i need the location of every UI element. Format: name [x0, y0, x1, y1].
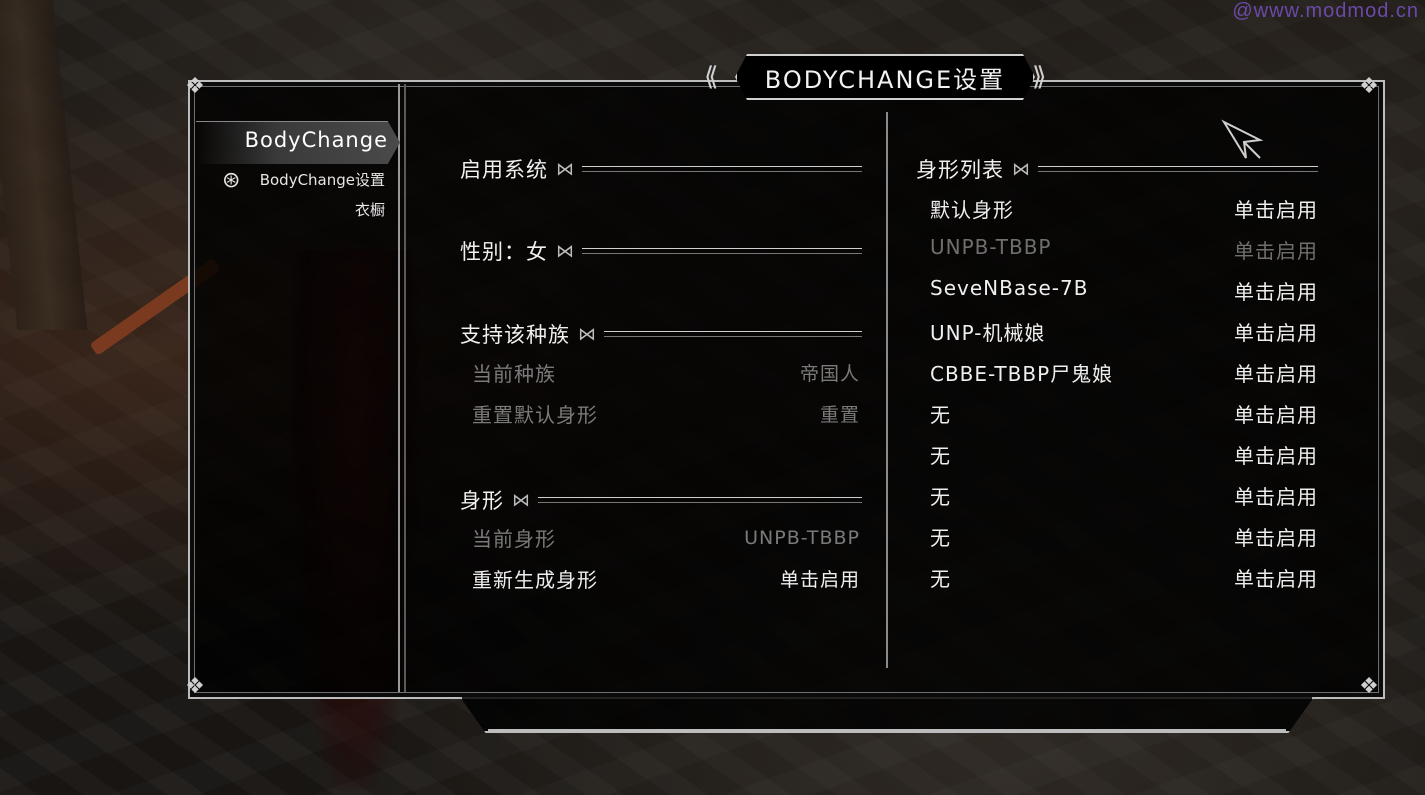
body-name: UNPB-TBBP	[930, 235, 1052, 259]
section-body: 身形 ⋈	[460, 485, 862, 515]
corner-knot-icon: ❖	[185, 74, 205, 99]
corner-knot-icon: ❖	[1359, 74, 1379, 99]
nav-subitem-wardrobe[interactable]: 衣橱	[355, 199, 385, 220]
click-to-enable-button[interactable]: 单击启用	[1234, 563, 1318, 592]
title-knot-right-icon: ⟫	[1032, 62, 1047, 92]
option-label: 当前身形	[472, 527, 556, 551]
click-to-enable-button[interactable]: 单击启用	[1234, 522, 1318, 551]
knot-icon: ⋈	[578, 323, 596, 345]
page-title: BODYCHANGE设置	[764, 65, 1006, 94]
section-enable-system: 启用系统 ⋈	[460, 154, 862, 184]
section-rule	[582, 166, 862, 172]
section-rule	[1038, 166, 1318, 172]
body-list-item[interactable]: 无 单击启用	[930, 563, 1318, 592]
option-current-race: 当前种族 帝国人	[472, 358, 860, 387]
menu-bottom-tab	[460, 697, 1314, 733]
section-heading: 性别：女	[460, 240, 548, 264]
section-heading: 支持该种族	[460, 323, 570, 347]
knot-icon: ⋈	[556, 158, 574, 180]
body-name: 默认身形	[930, 198, 1014, 222]
section-rule	[538, 497, 862, 503]
option-regenerate-body[interactable]: 重新生成身形 单击启用	[472, 564, 860, 593]
knot-icon: ⊛	[222, 168, 241, 193]
body-name: 无	[930, 444, 951, 468]
click-to-enable-button[interactable]: 单击启用	[780, 565, 860, 592]
column-divider	[886, 112, 888, 668]
knot-icon: ⋈	[512, 489, 530, 511]
click-to-enable-button[interactable]: 单击启用	[1234, 317, 1318, 346]
body-list-item[interactable]: 无 单击启用	[930, 481, 1318, 510]
watermark: @www.modmod.cn	[1232, 0, 1419, 22]
title-banner: BODYCHANGE设置	[735, 54, 1035, 100]
body-name: UNP-机械娘	[930, 321, 1046, 345]
option-value: 帝国人	[799, 363, 860, 385]
reset-button: 重置	[819, 404, 860, 426]
body-name: 无	[930, 526, 951, 550]
body-list-item[interactable]: 默认身形 单击启用	[930, 194, 1318, 223]
body-name: SeveNBase-7B	[930, 276, 1089, 300]
body-list-item[interactable]: SeveNBase-7B 单击启用	[930, 276, 1318, 305]
option-label: 当前种族	[472, 362, 556, 386]
section-heading: 身形列表	[916, 158, 1004, 182]
section-heading: 启用系统	[460, 158, 548, 182]
section-rule	[604, 331, 862, 337]
body-list-item: UNPB-TBBP 单击启用	[930, 235, 1318, 264]
option-current-body: 当前身形 UNPB-TBBP	[472, 523, 860, 552]
body-name: 无	[930, 403, 951, 427]
body-list-item[interactable]: CBBE-TBBP尸鬼娘 单击启用	[930, 358, 1318, 387]
nav-divider	[398, 84, 406, 692]
click-to-enable-button: 单击启用	[1234, 239, 1318, 263]
option-label: 重置默认身形	[472, 403, 598, 427]
body-list-item[interactable]: 无 单击启用	[930, 522, 1318, 551]
section-race-support: 支持该种族 ⋈	[460, 319, 862, 349]
click-to-enable-button[interactable]: 单击启用	[1234, 276, 1318, 305]
body-list-item[interactable]: 无 单击启用	[930, 440, 1318, 469]
knot-icon: ⋈	[556, 240, 574, 262]
option-value: UNPB-TBBP	[744, 526, 860, 549]
section-heading: 身形	[460, 489, 504, 513]
title-knot-left-icon: ⟪	[704, 62, 719, 92]
corner-knot-icon: ❖	[185, 674, 205, 699]
body-name: CBBE-TBBP尸鬼娘	[930, 362, 1114, 386]
nav-subitem-settings[interactable]: BodyChange设置	[260, 169, 385, 190]
click-to-enable-button[interactable]: 单击启用	[1234, 481, 1318, 510]
section-rule	[582, 248, 862, 254]
mouse-cursor-icon	[1221, 119, 1264, 159]
body-list-item[interactable]: 无 单击启用	[930, 399, 1318, 428]
option-reset-default-body: 重置默认身形 重置	[472, 399, 860, 428]
body-list-item[interactable]: UNP-机械娘 单击启用	[930, 317, 1318, 346]
nav-item-bodychange[interactable]: BodyChange	[245, 128, 388, 152]
click-to-enable-button[interactable]: 单击启用	[1234, 399, 1318, 428]
corner-knot-icon: ❖	[1359, 674, 1379, 699]
section-gender: 性别：女 ⋈	[460, 236, 862, 266]
body-name: 无	[930, 567, 951, 591]
body-name: 无	[930, 485, 951, 509]
click-to-enable-button[interactable]: 单击启用	[1234, 358, 1318, 387]
click-to-enable-button[interactable]: 单击启用	[1234, 194, 1318, 223]
knot-icon: ⋈	[1012, 158, 1030, 180]
click-to-enable-button[interactable]: 单击启用	[1234, 440, 1318, 469]
option-label: 重新生成身形	[472, 568, 598, 592]
